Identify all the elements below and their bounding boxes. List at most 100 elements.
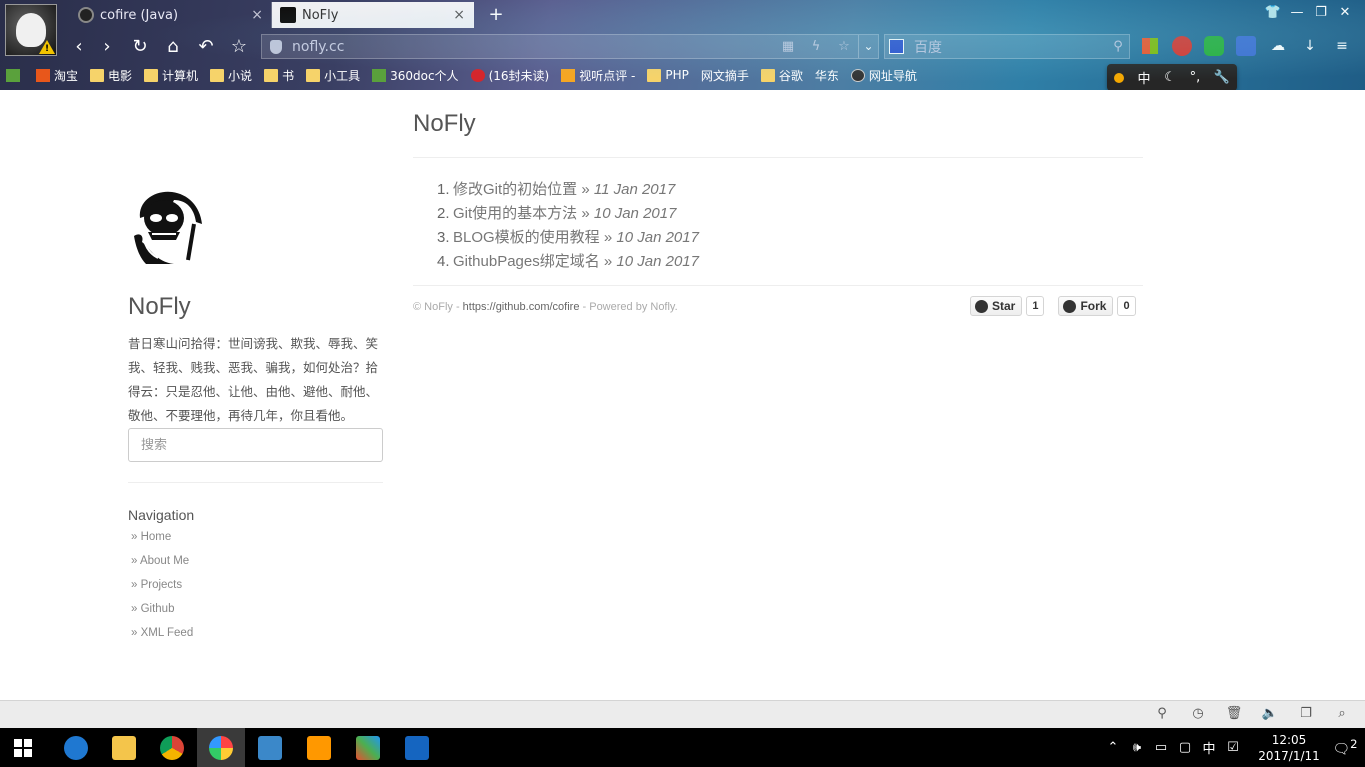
clock[interactable]: 12:05 2017/1/11 [1253, 732, 1325, 764]
folder-icon [264, 68, 279, 82]
windows-start-icon[interactable] [14, 739, 32, 757]
minimize-button[interactable]: — [1285, 2, 1309, 24]
bookmark-item[interactable]: 书 [264, 67, 294, 84]
nav-link[interactable]: » Github [131, 603, 174, 615]
bookmark-item[interactable]: 小工具 [306, 67, 360, 84]
post-link[interactable]: 修改Git的初始位置 [453, 181, 577, 198]
folder-icon [210, 68, 225, 82]
volume-icon[interactable]: 🕪 [1125, 740, 1149, 755]
search-engine-input[interactable]: 百度 [914, 37, 1107, 57]
chevron-down-icon[interactable]: ⌄ [858, 35, 878, 58]
tab-cofire[interactable]: cofire (Java) × [70, 2, 272, 28]
browser-app-icon[interactable] [197, 728, 245, 767]
nav-item-home[interactable]: » Home [131, 531, 193, 555]
remote-desktop-icon[interactable] [246, 728, 294, 767]
wrench-icon[interactable]: 🔧 [1214, 70, 1230, 85]
ime-lang-toggle[interactable]: 中 [1138, 68, 1151, 87]
nav-link[interactable]: » Projects [131, 579, 182, 591]
bookmark-item[interactable] [6, 68, 24, 82]
nav-item-feed[interactable]: » XML Feed [131, 627, 193, 651]
network-icon[interactable]: ▭ [1149, 740, 1173, 755]
speed-icon[interactable]: ◷ [1189, 705, 1207, 723]
bookmark-item[interactable]: 计算机 [144, 67, 198, 84]
chrome-icon[interactable] [148, 728, 196, 767]
action-icon[interactable]: ☑ [1221, 740, 1245, 755]
tab-nofly[interactable]: NoFly × [272, 2, 474, 28]
screenshot-icon[interactable] [1236, 36, 1256, 56]
search-icon[interactable]: ⚲ [1107, 39, 1129, 54]
translate-icon[interactable]: ▦ [774, 39, 802, 54]
forward-button[interactable]: › [94, 35, 120, 59]
bookmark-item[interactable]: 谷歌 [760, 67, 803, 84]
wechat-icon[interactable] [1204, 36, 1224, 56]
file-explorer-icon[interactable] [100, 728, 148, 767]
edge-icon[interactable] [52, 728, 100, 767]
fork-button[interactable]: Fork [1058, 296, 1114, 316]
url-text[interactable]: nofly.cc [292, 39, 774, 55]
site-name[interactable]: NoFly [128, 293, 191, 321]
git-icon[interactable] [344, 728, 392, 767]
adblock-icon[interactable] [1172, 36, 1192, 56]
nav-link[interactable]: » About Me [131, 555, 189, 567]
baidu-icon[interactable] [889, 39, 904, 54]
pin-icon[interactable]: ⚲ [1153, 705, 1171, 723]
bookmark-item[interactable]: 视听点评 - [561, 67, 635, 84]
monitor-icon[interactable]: ▢ [1173, 740, 1197, 755]
reload-button[interactable]: ↻ [127, 35, 153, 59]
moon-icon[interactable]: ☾ [1164, 70, 1176, 85]
bookmark-item[interactable]: 淘宝 [36, 67, 78, 84]
star-button[interactable]: Star [970, 296, 1023, 316]
notification-center-icon[interactable]: 🗨2 [1325, 737, 1365, 758]
new-tab-button[interactable]: + [484, 2, 508, 28]
punctuation-icon[interactable]: °, [1190, 70, 1201, 85]
github-link[interactable]: https://github.com/cofire [463, 301, 580, 313]
skin-icon[interactable]: 👕 [1261, 2, 1285, 24]
close-window-button[interactable]: ✕ [1333, 2, 1357, 24]
nav-item-github[interactable]: » Github [131, 603, 193, 627]
bookmark-item[interactable]: 网址导航 [850, 67, 917, 84]
nav-item-about[interactable]: » About Me [131, 555, 193, 579]
bookmark-item[interactable]: PHP [647, 68, 689, 82]
nav-link[interactable]: » Home [131, 531, 171, 543]
bookmark-item[interactable]: 360doc个人 [372, 67, 459, 84]
lightning-icon[interactable]: ϟ [802, 39, 830, 54]
office-icon[interactable] [1142, 38, 1158, 54]
star-icon[interactable]: ☆ [830, 39, 858, 54]
post-link[interactable]: GithubPages绑定域名 [453, 253, 600, 270]
bookmark-item[interactable]: 电影 [90, 67, 132, 84]
download-icon[interactable]: ↓ [1298, 34, 1322, 58]
zoom-icon[interactable]: ⌕ [1333, 705, 1351, 723]
bookmark-item[interactable]: 网文摘手 [0, 67, 749, 167]
bookmark-item[interactable]: (16封未读) [470, 67, 549, 84]
search-input[interactable] [128, 428, 383, 462]
cloud-icon[interactable]: ☁ [1266, 34, 1290, 58]
bookmark-item[interactable]: 华东 [0, 67, 839, 167]
back-button[interactable]: ‹ [66, 35, 92, 59]
undo-close-button[interactable]: ↶ [193, 35, 219, 59]
window-icon[interactable]: ❐ [1297, 705, 1315, 723]
trash-icon[interactable]: 🗑 [1225, 705, 1243, 723]
folder-icon [306, 68, 321, 82]
search-engine-bar[interactable]: 百度 ⚲ [884, 34, 1130, 59]
favorite-button[interactable]: ☆ [226, 35, 252, 59]
home-button[interactable]: ⌂ [160, 35, 186, 59]
close-icon[interactable]: × [453, 7, 465, 23]
menu-icon[interactable]: ≡ [1330, 34, 1354, 58]
post-link[interactable]: Git使用的基本方法 [453, 205, 577, 222]
maximize-button[interactable]: ❐ [1309, 2, 1333, 24]
bookmark-label: 华东 [814, 68, 839, 83]
chevron-up-icon[interactable]: ⌃ [1101, 740, 1125, 755]
sublime-icon[interactable] [295, 728, 343, 767]
bookmark-item[interactable]: 小说 [210, 67, 252, 84]
ime-indicator[interactable]: 中 [1197, 738, 1221, 757]
address-bar[interactable]: nofly.cc ▦ ϟ ☆ ⌄ [261, 34, 879, 59]
ime-logo-icon[interactable] [1113, 72, 1124, 83]
volume-icon[interactable]: 🔈 [1261, 705, 1279, 723]
markdownpad-icon[interactable] [393, 728, 441, 767]
fork-count[interactable]: 0 [1117, 296, 1136, 316]
post-link[interactable]: BLOG模板的使用教程 [453, 229, 600, 246]
close-icon[interactable]: × [251, 7, 263, 23]
nav-link[interactable]: » XML Feed [131, 627, 193, 639]
star-count[interactable]: 1 [1026, 296, 1045, 316]
nav-item-projects[interactable]: » Projects [131, 579, 193, 603]
